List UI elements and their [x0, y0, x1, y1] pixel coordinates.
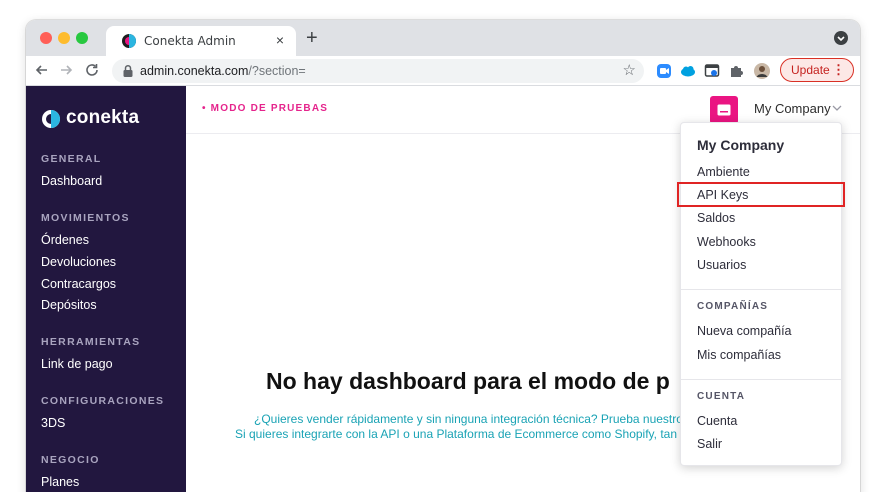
- menu-section-companias: COMPAÑÍAS: [697, 301, 769, 312]
- browser-tab[interactable]: Conekta Admin ×: [106, 26, 296, 56]
- menu-item-api-keys[interactable]: API Keys: [697, 188, 748, 202]
- menu-item-nueva-compania[interactable]: Nueva compañía: [697, 324, 792, 338]
- sidebar-item-3ds[interactable]: 3DS: [41, 416, 65, 430]
- new-tab-button[interactable]: +: [306, 28, 318, 48]
- address-bar[interactable]: admin.conekta.com/?section= ☆: [112, 59, 644, 83]
- menu-item-cuenta[interactable]: Cuenta: [697, 414, 737, 428]
- menu-item-webhooks[interactable]: Webhooks: [697, 235, 756, 249]
- cloud-extension-icon[interactable]: [680, 63, 696, 79]
- tab-close-icon[interactable]: ×: [276, 32, 284, 48]
- more-menu-icon[interactable]: ⋮: [832, 62, 845, 78]
- forward-icon[interactable]: [58, 62, 74, 78]
- menu-item-ambiente[interactable]: Ambiente: [697, 165, 750, 179]
- browser-window: Conekta Admin × + admin.conekta.com/?sec…: [26, 20, 860, 492]
- screen-extension-icon[interactable]: [704, 63, 720, 79]
- empty-state-subtitle-2[interactable]: Si quieres integrarte con la API o una P…: [235, 427, 677, 441]
- sidebar-item-contracargos[interactable]: Contracargos: [41, 277, 116, 291]
- profile-avatar-icon[interactable]: [754, 63, 770, 79]
- tab-title: Conekta Admin: [144, 34, 236, 48]
- maximize-window-button[interactable]: [76, 32, 88, 44]
- section-negocio: NEGOCIO: [41, 454, 100, 466]
- star-icon[interactable]: ☆: [623, 62, 636, 80]
- menu-item-usuarios[interactable]: Usuarios: [697, 258, 746, 272]
- browser-toolbar: admin.conekta.com/?section= ☆ Update ⋮: [26, 56, 860, 86]
- url-path: /?section=: [248, 64, 306, 78]
- lock-icon: [123, 64, 133, 77]
- company-dropdown-menu: My Company Ambiente API Keys Saldos Webh…: [677, 122, 845, 466]
- sidebar-item-dashboard[interactable]: Dashboard: [41, 174, 102, 188]
- menu-item-salir[interactable]: Salir: [697, 437, 722, 451]
- conekta-favicon-icon: [122, 34, 136, 48]
- sidebar-item-link-de-pago[interactable]: Link de pago: [41, 357, 113, 371]
- url-text: admin.conekta.com/?section=: [140, 64, 306, 78]
- back-icon[interactable]: [34, 62, 50, 78]
- puzzle-extension-icon[interactable]: [728, 63, 744, 79]
- minimize-window-button[interactable]: [58, 32, 70, 44]
- section-movimientos: MOVIMIENTOS: [41, 212, 130, 224]
- logo-text: conekta: [66, 107, 140, 128]
- zoom-extension-icon[interactable]: [656, 63, 672, 79]
- test-mode-indicator: • MODO DE PRUEBAS: [202, 103, 329, 114]
- update-button[interactable]: Update ⋮: [780, 58, 854, 82]
- menu-item-mis-companias[interactable]: Mis compañías: [697, 348, 781, 362]
- menu-divider: [681, 379, 841, 380]
- close-window-button[interactable]: [40, 32, 52, 44]
- section-herramientas: HERRAMIENTAS: [41, 336, 141, 348]
- sidebar: conekta GENERAL Dashboard MOVIMIENTOS Ór…: [26, 86, 186, 492]
- sidebar-item-planes[interactable]: Planes: [41, 475, 79, 489]
- empty-state-subtitle-1[interactable]: ¿Quieres vender rápidamente y sin ningun…: [254, 412, 683, 426]
- conekta-logo-icon: [42, 110, 60, 128]
- sidebar-item-depositos[interactable]: Depósitos: [41, 298, 97, 312]
- reload-icon[interactable]: [84, 62, 100, 78]
- dropdown-company-title: My Company: [697, 137, 785, 153]
- chevron-down-icon[interactable]: [832, 104, 842, 112]
- update-label: Update: [791, 63, 830, 77]
- company-avatar[interactable]: [710, 96, 738, 124]
- empty-state-title: No hay dashboard para el modo de p: [266, 368, 670, 394]
- section-configuraciones: CONFIGURACIONES: [41, 395, 165, 407]
- store-icon: [717, 104, 731, 116]
- tab-search-icon[interactable]: [834, 31, 848, 45]
- menu-section-cuenta: CUENTA: [697, 391, 746, 402]
- menu-item-saldos[interactable]: Saldos: [697, 211, 735, 225]
- sidebar-item-ordenes[interactable]: Órdenes: [41, 233, 89, 247]
- menu-divider: [681, 289, 841, 290]
- company-selector[interactable]: My Company: [754, 101, 831, 116]
- sidebar-item-devoluciones[interactable]: Devoluciones: [41, 255, 116, 269]
- section-general: GENERAL: [41, 153, 102, 165]
- url-host: admin.conekta.com: [140, 64, 249, 78]
- tab-strip: Conekta Admin × +: [26, 20, 860, 56]
